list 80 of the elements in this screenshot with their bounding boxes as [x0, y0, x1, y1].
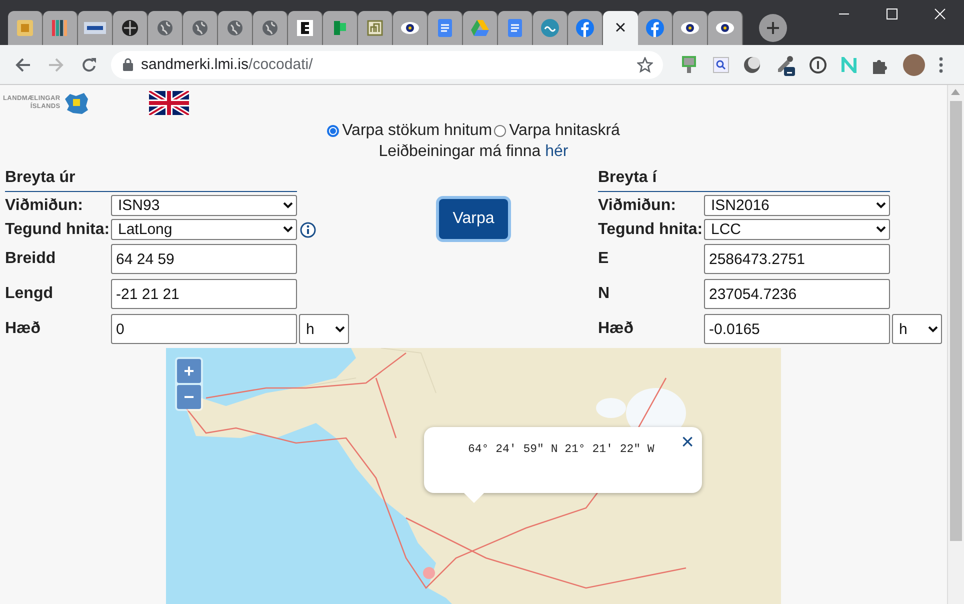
document-icon — [508, 19, 522, 37]
map-logo-icon — [63, 91, 90, 115]
field-label: Tegund hnita: — [598, 220, 704, 238]
coordinate-text: 64° 24′ 59″ N 21° 21′ 22″ W — [468, 443, 654, 456]
radio-option[interactable]: Varpa stökum hnitum — [327, 122, 492, 140]
document-icon — [438, 19, 452, 37]
zoom-out-button[interactable]: − — [177, 385, 201, 409]
globe-icon — [192, 20, 208, 36]
facebook-icon — [576, 19, 594, 37]
browser-tab[interactable] — [673, 11, 708, 45]
logo-icon — [297, 20, 313, 36]
field-label: N — [598, 285, 611, 303]
section-title: Breyta úr — [5, 169, 76, 187]
logo-icon — [332, 20, 348, 36]
convert-button[interactable]: Varpa — [439, 199, 508, 239]
globe-icon — [262, 20, 278, 36]
help-link[interactable]: hér — [545, 143, 568, 160]
browser-tab[interactable] — [113, 11, 148, 45]
avatar[interactable] — [903, 54, 925, 76]
dropdown[interactable]: ISN93 — [111, 195, 297, 216]
eye-icon — [401, 21, 419, 35]
field-label: Hæð — [5, 320, 42, 338]
section-title: Breyta í — [598, 169, 657, 187]
close-button[interactable]: × — [681, 429, 694, 455]
tile-icon — [17, 20, 33, 36]
zoom-in-button[interactable]: + — [177, 359, 201, 383]
menu-icon[interactable] — [939, 56, 943, 72]
field-label: Viðmiðun: — [5, 196, 84, 214]
input-field[interactable]: -21 21 21 — [111, 279, 297, 309]
monitor-icon[interactable] — [681, 54, 699, 74]
input-field[interactable]: 237054.7236 — [704, 279, 890, 309]
square-icon — [367, 20, 383, 36]
facebook-icon — [646, 19, 664, 37]
input-field[interactable]: -0.0165 — [704, 314, 890, 344]
plus-icon — [766, 21, 780, 35]
url-text: sandmerki.lmi.is/cocodati/ — [141, 56, 313, 73]
stripes-icon — [52, 20, 68, 36]
scrollbar-thumb[interactable] — [950, 101, 962, 541]
browser-tab[interactable] — [288, 11, 323, 45]
back-icon[interactable] — [15, 56, 31, 72]
reload-icon[interactable] — [81, 56, 97, 72]
dropdown[interactable]: ISN2016 — [704, 195, 890, 216]
triangle-icon — [471, 20, 489, 36]
lock-icon — [123, 58, 133, 71]
eye-icon — [716, 21, 734, 35]
unit-dropdown[interactable]: h — [299, 314, 349, 344]
field-label: Hæð — [598, 320, 635, 338]
close-icon[interactable] — [934, 8, 946, 20]
field-label: Viðmiðun: — [598, 196, 677, 214]
circle-icon[interactable] — [743, 56, 761, 74]
input-field[interactable]: 64 24 59 — [111, 244, 297, 274]
search-icon[interactable] — [713, 56, 729, 72]
dropdown[interactable]: LatLong — [111, 219, 297, 240]
maximize-icon[interactable] — [886, 8, 898, 20]
logo-icon — [541, 19, 559, 37]
input-field[interactable]: 2586473.2751 — [704, 244, 890, 274]
help-text: Leiðbeiningar má finna hér — [378, 143, 568, 160]
tile-icon — [84, 22, 106, 34]
field-label: Breidd — [5, 250, 57, 268]
radio-option[interactable]: Varpa hnitaskrá — [494, 122, 620, 140]
field-label: Tegund hnita: — [5, 220, 111, 238]
field-label: Lengd — [5, 285, 54, 303]
info-icon[interactable] — [300, 222, 316, 238]
globe-icon — [227, 20, 243, 36]
globe-icon — [157, 20, 173, 36]
dropdown[interactable]: LCC — [704, 219, 890, 240]
field-label: E — [598, 250, 610, 268]
input-field[interactable]: 0 — [111, 314, 297, 344]
globe-icon — [122, 20, 138, 36]
address-bar[interactable]: sandmerki.lmi.is/cocodati/ — [111, 50, 663, 78]
browser-tab[interactable] — [393, 11, 428, 45]
star-icon[interactable] — [637, 56, 653, 72]
browser-tab[interactable]: × — [603, 11, 638, 45]
browser-tab[interactable] — [708, 11, 743, 45]
flag-icon[interactable] — [149, 91, 190, 115]
eye-icon — [681, 21, 699, 35]
unit-dropdown[interactable]: h — [892, 314, 942, 344]
dropper-icon[interactable] — [775, 54, 795, 76]
info-icon[interactable] — [809, 56, 827, 74]
new-tab-button[interactable] — [759, 14, 787, 42]
